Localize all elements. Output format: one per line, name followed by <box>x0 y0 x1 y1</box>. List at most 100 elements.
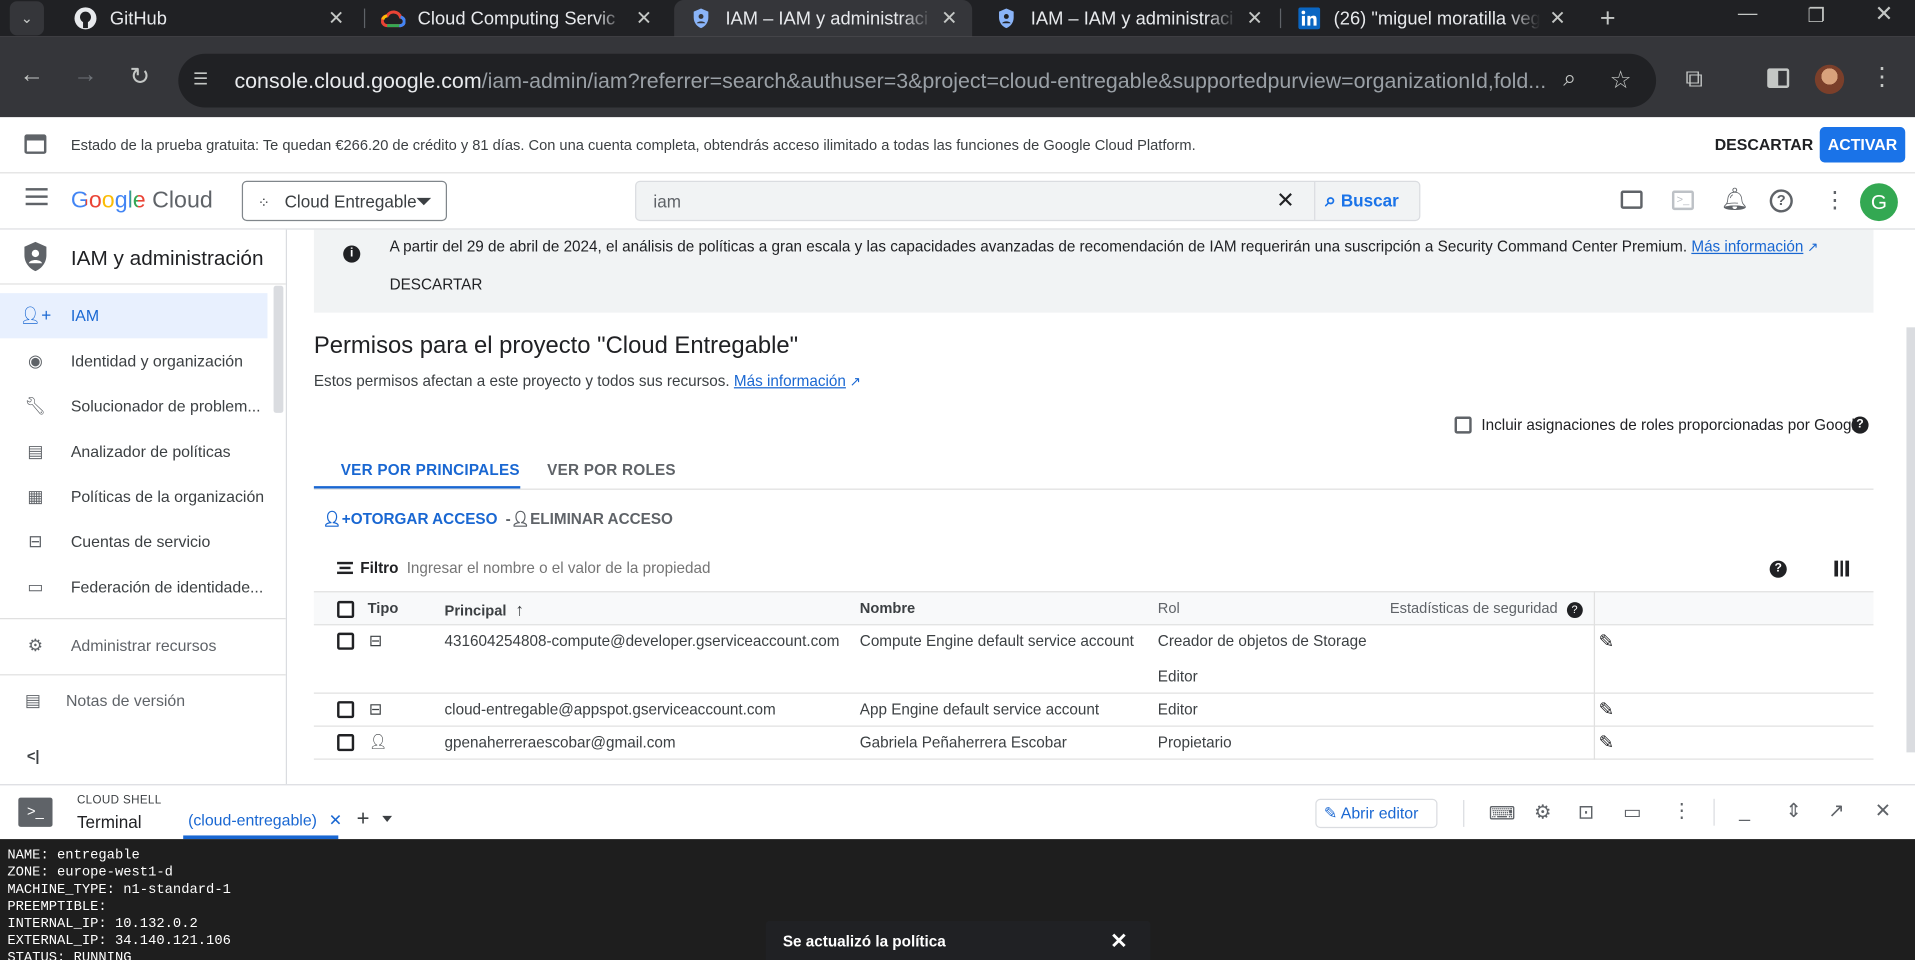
site-info-icon[interactable]: ☰ <box>193 68 208 89</box>
col-header-principal[interactable]: Principal ↑ <box>445 600 524 620</box>
new-tab-icon[interactable]: + <box>1600 2 1616 34</box>
sidebar-item-label: IAM <box>70 306 100 325</box>
sidebar-item-troubleshooter[interactable]: 🔧︎ Solucionador de problem... <box>0 384 267 429</box>
browser-tab-linkedin[interactable]: (26) "miguel moratilla veg ✕ <box>1282 0 1580 37</box>
principal-cell: 431604254808-compute@developer.gservicea… <box>444 632 840 650</box>
browser-tab-iam[interactable]: IAM – IAM y administraci ✕ <box>979 0 1277 37</box>
grant-access-button[interactable]: 👤︎+OTORGAR ACCESO <box>322 511 497 529</box>
person-icon: 👤︎ <box>368 732 388 750</box>
sidebar-item-identity-federation[interactable]: ▭ Federación de identidade... <box>0 564 267 609</box>
sidebar-manage-resources[interactable]: ⚙ Administrar recursos <box>0 623 267 668</box>
close-tab-icon[interactable]: ✕ <box>1246 6 1262 30</box>
sidebar-item-identity[interactable]: ◉ Identidad y organización <box>0 338 267 383</box>
row-checkbox[interactable] <box>337 632 355 650</box>
side-panel-icon[interactable] <box>1767 68 1790 88</box>
layout-panel-icon[interactable]: ▭ <box>1623 800 1641 824</box>
reload-icon[interactable]: ↻ <box>129 61 149 92</box>
notifications-bell-icon[interactable]: 🔔︎ <box>1721 187 1749 213</box>
column-display-icon[interactable] <box>1834 560 1850 577</box>
settings-gear-icon[interactable]: ⚙ <box>1534 800 1552 824</box>
maximize-shell-icon[interactable]: ⇕ <box>1786 799 1802 823</box>
hamburger-menu-icon[interactable] <box>25 188 48 206</box>
extensions-icon[interactable]: ⧉ <box>1685 66 1702 94</box>
forward-arrow-icon[interactable]: → <box>73 61 97 89</box>
zoom-icon[interactable]: ⌕ <box>1563 66 1576 93</box>
shell-session-tab[interactable]: (cloud-entregable) ✕ <box>188 811 342 831</box>
notice-learn-more-link[interactable]: Más información <box>1691 238 1803 255</box>
help-circle-icon[interactable]: ? <box>1851 416 1869 434</box>
google-cloud-logo[interactable]: Google Cloud <box>71 188 213 215</box>
activate-button[interactable]: ACTIVAR <box>1819 127 1906 163</box>
back-arrow-icon[interactable]: ← <box>20 61 44 89</box>
close-tab-icon[interactable]: ✕ <box>636 6 652 30</box>
sidebar-item-org-policies[interactable]: ▦ Políticas de la organización <box>0 474 267 519</box>
help-icon[interactable]: ? <box>1769 189 1793 213</box>
browser-menu-icon[interactable]: ⋮ <box>1870 65 1894 89</box>
cloud-shell-icon[interactable]: >_ <box>1671 190 1694 211</box>
address-bar[interactable]: ☰ console.cloud.google.com/iam-admin/iam… <box>178 53 1657 108</box>
browser-tab-cloud-computing[interactable]: Cloud Computing Servic ✕ <box>366 0 666 37</box>
nav-scrollbar[interactable] <box>273 285 284 413</box>
notice-dismiss-button[interactable]: DESCARTAR <box>390 276 483 293</box>
search-button[interactable]: ⌕ Buscar <box>1325 191 1399 213</box>
profile-avatar[interactable] <box>1814 64 1845 95</box>
col-header-role[interactable]: Rol <box>1158 600 1180 617</box>
session-menu-arrow-icon[interactable] <box>382 815 393 823</box>
sidebar-item-iam[interactable]: 👤︎+ IAM <box>0 293 268 339</box>
include-google-roles-checkbox[interactable] <box>1454 416 1472 434</box>
sidebar-item-policy-analyzer[interactable]: ▤ Analizador de políticas <box>0 429 267 474</box>
edit-pencil-icon[interactable]: ✎ <box>1599 732 1614 754</box>
row-checkbox[interactable] <box>337 701 355 719</box>
close-session-icon[interactable]: ✕ <box>329 811 342 829</box>
trial-dismiss-button[interactable]: DESCARTAR <box>1715 136 1814 154</box>
col-header-security[interactable]: Estadísticas de seguridad ? <box>1390 600 1583 619</box>
help-circle-icon[interactable]: ? <box>1566 602 1583 619</box>
minimize-shell-icon[interactable]: _ <box>1739 801 1750 823</box>
col-header-type[interactable]: Tipo <box>368 600 399 617</box>
search-input[interactable] <box>653 189 1265 214</box>
assistant-icon[interactable] <box>1620 190 1643 209</box>
console-search[interactable]: ✕ ⌕ Buscar <box>635 180 1421 222</box>
close-toast-icon[interactable]: ✕ <box>1110 929 1127 953</box>
close-tab-icon[interactable]: ✕ <box>328 6 344 30</box>
edit-pencil-icon[interactable]: ✎ <box>1599 699 1614 721</box>
select-all-checkbox[interactable] <box>337 600 355 619</box>
edit-pencil-icon[interactable]: ✎ <box>1599 630 1614 652</box>
browser-tab-iam-active[interactable]: IAM – IAM y administraci ✕ <box>674 0 973 37</box>
minimize-window-icon[interactable]: — <box>1738 4 1758 26</box>
web-preview-icon[interactable]: ⊡ <box>1578 800 1594 824</box>
help-circle-icon[interactable]: ? <box>1769 560 1787 578</box>
person-add-icon: 👤︎+ <box>322 510 351 528</box>
tab-view-by-principals[interactable]: VER POR PRINCIPALES <box>341 462 520 479</box>
open-editor-button[interactable]: ✎ Abrir editor <box>1315 798 1438 829</box>
browser-tab-github[interactable]: GitHub ✕ <box>59 0 359 37</box>
close-tab-icon[interactable]: ✕ <box>1549 6 1565 30</box>
add-session-icon[interactable]: + <box>357 806 370 832</box>
clear-search-icon[interactable]: ✕ <box>1276 188 1294 214</box>
project-selector[interactable]: ⁘ Cloud Entregable <box>241 180 447 222</box>
tab-search-button[interactable]: ⌄ <box>9 1 44 36</box>
sidebar-item-service-accounts[interactable]: ⊟ Cuentas de servicio <box>0 519 267 564</box>
filter-bar[interactable]: Filtro ? <box>314 547 1874 591</box>
filter-input[interactable] <box>406 556 1140 579</box>
close-window-icon[interactable]: ✕ <box>1875 1 1893 27</box>
name-cell: Gabriela Peñaherrera Escobar <box>859 734 1067 752</box>
more-options-icon[interactable]: ⋮ <box>1823 187 1846 215</box>
remove-access-button[interactable]: -👤︎ELIMINAR ACCESO <box>506 511 673 529</box>
page-scrollbar[interactable] <box>1906 327 1915 753</box>
shell-more-icon[interactable]: ⋮ <box>1672 799 1692 823</box>
keyboard-icon[interactable]: ⌨ <box>1489 802 1515 825</box>
col-header-name[interactable]: Nombre <box>860 600 915 617</box>
close-tab-icon[interactable]: ✕ <box>941 6 957 30</box>
row-checkbox[interactable] <box>337 734 355 752</box>
restore-window-icon[interactable]: ❐ <box>1808 4 1826 28</box>
collapse-nav-icon[interactable]: <| <box>27 747 40 764</box>
close-shell-icon[interactable]: ✕ <box>1875 799 1891 823</box>
sidebar-release-notes[interactable]: ▤ Notas de versión <box>0 678 267 723</box>
bookmark-star-icon[interactable]: ☆ <box>1610 65 1632 96</box>
subtitle-learn-more-link[interactable]: Más información <box>734 373 846 390</box>
cloud-shell-terminal-icon: >_ <box>18 797 53 827</box>
open-new-window-icon[interactable]: ↗ <box>1828 799 1844 823</box>
account-avatar[interactable]: G <box>1860 183 1898 222</box>
tab-view-by-roles[interactable]: VER POR ROLES <box>547 462 676 479</box>
